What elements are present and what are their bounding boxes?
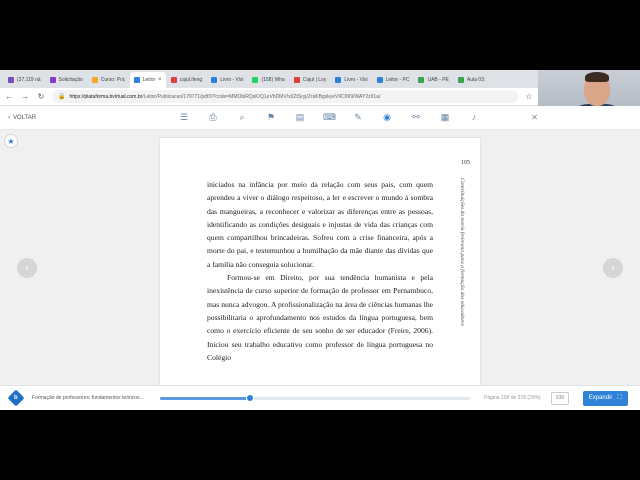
- browser-tab[interactable]: Curso: Prá: [88, 72, 129, 88]
- reload-icon[interactable]: ↻: [36, 92, 46, 101]
- browser-tab[interactable]: Livro - Visi: [207, 72, 247, 88]
- page-number: 105: [461, 160, 470, 166]
- page-text: iniciados na infância por meio da relaçã…: [207, 178, 433, 364]
- tab-favicon-icon: [91, 77, 98, 83]
- url-path: /Leitor/Publicacao/179771/pdf/0?code=MMO…: [142, 93, 381, 100]
- bookmark-icon[interactable]: ⚑: [265, 112, 277, 123]
- book-title: Formação de professores: fundamentos teó…: [32, 395, 144, 401]
- back-label: VOLTAR: [13, 114, 37, 121]
- reader-toolbar: ‹ VOLTAR ☰ ⎙ ⌕ ⚑ ▤ ⌨ ✎ ◉ ⚯ ▦ ♪ ✕: [0, 106, 640, 130]
- page-info: Página 109 de 378 (29%): [484, 395, 541, 401]
- previous-page-arrow-icon[interactable]: ‹: [17, 258, 37, 278]
- bookmark-star-icon[interactable]: ☆: [524, 92, 534, 101]
- tab-favicon-icon: [252, 77, 259, 83]
- fullscreen-icon: ⛶: [617, 394, 622, 401]
- address-bar: ← → ↻ 🔒 https://plataforma.bvirtual.com.…: [0, 88, 538, 106]
- tab-label: (37.119 ná: [17, 77, 41, 83]
- tab-favicon-icon: [376, 77, 383, 83]
- table-of-contents-icon[interactable]: ☰: [178, 112, 190, 123]
- zoom-icon[interactable]: ⌕: [236, 112, 248, 123]
- tab-favicon-icon: [170, 77, 177, 83]
- tab-favicon-icon: [457, 77, 464, 83]
- progress-knob[interactable]: [245, 393, 254, 402]
- browser-tab[interactable]: cajul.ifeng: [167, 72, 207, 88]
- browser-tab[interactable]: Solicitação: [46, 72, 87, 88]
- keyboard-icon[interactable]: ⌨: [323, 112, 336, 123]
- browser-tab[interactable]: Leitor - PC: [373, 72, 414, 88]
- expand-label: Expandir: [588, 395, 613, 401]
- page-number-input[interactable]: 109: [550, 391, 569, 405]
- reader-bottom-bar: b Formação de professores: fundamentos t…: [0, 385, 640, 410]
- tab-favicon-icon: [211, 77, 218, 83]
- notes-icon[interactable]: ▤: [294, 112, 306, 123]
- page-progress-slider[interactable]: [160, 393, 470, 402]
- close-icon[interactable]: ✕: [531, 113, 538, 122]
- tab-favicon-icon: [8, 77, 14, 83]
- tab-label: Aula 03:: [466, 77, 486, 83]
- tab-favicon-icon: [293, 77, 300, 83]
- browser-tab[interactable]: Cajul | Loy: [290, 72, 331, 88]
- tab-label: cajul.ifeng: [179, 77, 203, 83]
- tab-label: Livro - Visi: [344, 77, 368, 83]
- lock-icon[interactable]: 🔒: [58, 93, 65, 100]
- tab-label: Livro - Visi: [220, 77, 244, 83]
- browser-tab[interactable]: UAB - PE: [414, 72, 452, 88]
- browser-tab[interactable]: (37.119 ná: [4, 72, 45, 88]
- document-icon[interactable]: ▦: [439, 112, 451, 123]
- tab-label: Leitor: [142, 77, 156, 83]
- tab-favicon-icon: [133, 77, 140, 83]
- tab-favicon-icon: [418, 77, 425, 83]
- back-button[interactable]: ‹ VOLTAR: [8, 115, 158, 121]
- browser-tab[interactable]: Livro - Visi: [331, 72, 371, 88]
- url-host: https://plataforma.bvirtual.com.br: [69, 93, 143, 100]
- highlight-pen-icon[interactable]: ✎: [352, 112, 364, 123]
- forward-arrow-icon[interactable]: →: [20, 92, 30, 101]
- progress-fill: [160, 396, 250, 400]
- back-arrow-icon[interactable]: ←: [4, 92, 14, 101]
- print-icon[interactable]: ⎙: [207, 112, 219, 123]
- next-page-arrow-icon[interactable]: ›: [603, 258, 623, 278]
- url-field[interactable]: 🔒 https://plataforma.bvirtual.com.br/Lei…: [52, 90, 518, 103]
- browser-tab[interactable]: (158) Wha: [248, 72, 288, 88]
- audio-icon[interactable]: ♪: [468, 112, 480, 123]
- expand-button[interactable]: Expandir ⛶: [582, 390, 628, 406]
- link-icon[interactable]: ⚯: [410, 112, 422, 123]
- bvirtual-logo-icon: b: [7, 389, 25, 407]
- browser-tab[interactable]: Aula 03:: [454, 72, 489, 88]
- paragraph: Formou-se em Direito, por sua tendência …: [207, 273, 433, 362]
- chevron-left-icon: ‹: [8, 114, 10, 121]
- tab-label: UAB - PE: [427, 77, 449, 83]
- favorite-star-icon[interactable]: ★: [4, 134, 18, 148]
- tab-close-icon[interactable]: ×: [158, 77, 162, 83]
- browser-tab-active[interactable]: Leitor ×: [129, 72, 166, 88]
- screen: (37.119 ná Solicitação Curso: Prá Leitor…: [0, 70, 640, 410]
- tab-label: (158) Wha: [261, 77, 285, 83]
- reader-tools: ☰ ⎙ ⌕ ⚑ ▤ ⌨ ✎ ◉ ⚯ ▦ ♪: [178, 112, 480, 123]
- tab-favicon-icon: [335, 77, 342, 83]
- book-page: 105 iniciados na infância por meio da re…: [160, 138, 480, 410]
- paragraph: iniciados na infância por meio da relaçã…: [207, 180, 433, 269]
- running-side-title: Contribuições da teoria freireana para a…: [459, 178, 465, 326]
- tab-favicon-icon: [49, 77, 56, 83]
- tab-label: Curso: Prá: [100, 77, 125, 83]
- tab-label: Leitor - PC: [385, 77, 410, 83]
- browser-tab-bar: (37.119 ná Solicitação Curso: Prá Leitor…: [0, 70, 538, 88]
- tab-label: Cajul | Loy: [302, 77, 327, 83]
- eye-icon[interactable]: ◉: [381, 112, 393, 123]
- tab-label: Solicitação: [58, 77, 83, 83]
- webcam-person-hair: [585, 72, 609, 82]
